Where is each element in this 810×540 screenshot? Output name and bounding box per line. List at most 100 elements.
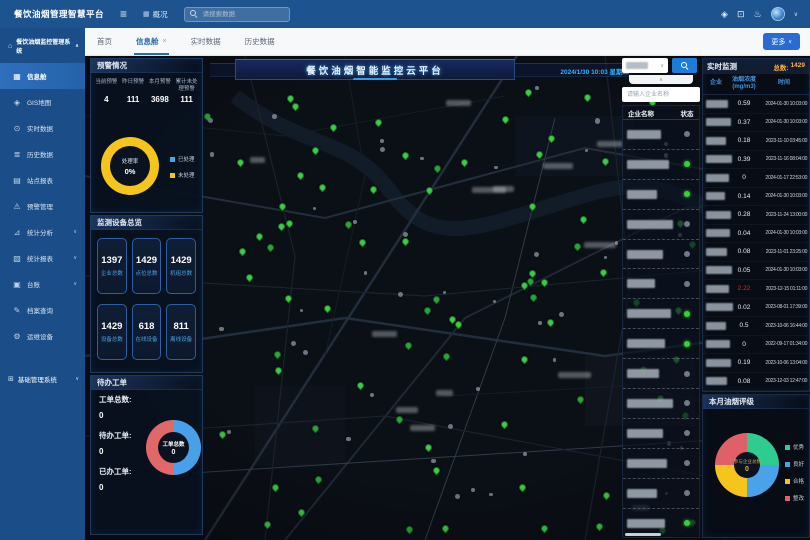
- map-pin[interactable]: [547, 134, 557, 144]
- map-pin[interactable]: [500, 420, 510, 430]
- map-pin[interactable]: [255, 231, 265, 241]
- enterprise-row[interactable]: [623, 359, 699, 389]
- search-input[interactable]: [201, 10, 284, 19]
- sidebar-item-stat-analysis[interactable]: ⊿统计分析∨: [0, 219, 85, 245]
- enterprise-name-input[interactable]: [622, 87, 700, 102]
- map-pin[interactable]: [314, 474, 324, 484]
- realtime-row[interactable]: 0.372024-01-30 10:03:00: [703, 114, 809, 133]
- map-pin[interactable]: [459, 157, 469, 167]
- map-pin[interactable]: [271, 483, 281, 493]
- sidebar-section-base-system[interactable]: ⊞ 基础管理系统 ∨: [0, 365, 85, 392]
- map-pin[interactable]: [311, 146, 321, 156]
- sidebar-item-site-report[interactable]: ▤站点报表: [0, 167, 85, 193]
- map-pin[interactable]: [540, 277, 550, 287]
- tab-info-cabin[interactable]: 信息舱×: [124, 28, 179, 55]
- map-pin[interactable]: [244, 273, 254, 283]
- map-pin[interactable]: [265, 243, 275, 253]
- sidebar-item-gis-map[interactable]: ◈GIS地图: [0, 89, 85, 115]
- map-pin[interactable]: [424, 443, 434, 453]
- realtime-row[interactable]: 0.042024-01-30 10:03:00: [703, 225, 809, 244]
- map-pin[interactable]: [424, 185, 434, 195]
- topbar-tab-overview[interactable]: ▦ 概况: [143, 9, 168, 20]
- sidebar-item-ops-device[interactable]: ⚙运维设备: [0, 323, 85, 349]
- enterprise-row[interactable]: [623, 180, 699, 210]
- realtime-row[interactable]: 02022-09-17 01:34:00: [703, 336, 809, 355]
- collapse-bar[interactable]: ∧: [629, 75, 693, 84]
- map-pin[interactable]: [404, 525, 414, 535]
- avatar[interactable]: [771, 7, 785, 21]
- map-pin[interactable]: [578, 215, 588, 225]
- map-pin[interactable]: [441, 351, 451, 361]
- map-pin[interactable]: [432, 465, 442, 475]
- hamburger-menu-icon[interactable]: ≡: [120, 8, 127, 20]
- realtime-row[interactable]: 0.52023-10-06 16:44:00: [703, 317, 809, 336]
- enterprise-row[interactable]: [623, 419, 699, 449]
- map-pin[interactable]: [296, 508, 306, 518]
- map-pin[interactable]: [344, 219, 354, 229]
- map-pin[interactable]: [535, 149, 545, 159]
- realtime-row[interactable]: 0.082023-11-01 23:25:00: [703, 243, 809, 262]
- map-pin[interactable]: [404, 341, 414, 351]
- map-pin[interactable]: [594, 522, 604, 532]
- chevron-down-icon[interactable]: ∨: [794, 11, 798, 18]
- tab-realtime-data[interactable]: 实时数据: [179, 28, 233, 55]
- sidebar-item-warning-mgmt[interactable]: ⚠预警管理: [0, 193, 85, 219]
- sidebar-item-realtime-data[interactable]: ⊙实时数据: [0, 115, 85, 141]
- enterprise-row[interactable]: [623, 449, 699, 479]
- enterprise-search-button[interactable]: [672, 58, 697, 73]
- map-pin[interactable]: [519, 354, 529, 364]
- map-pin[interactable]: [296, 170, 306, 180]
- enterprise-row[interactable]: [623, 210, 699, 240]
- map-pin[interactable]: [395, 415, 405, 425]
- map-pin[interactable]: [373, 118, 383, 128]
- map-pin[interactable]: [400, 236, 410, 246]
- realtime-row[interactable]: 0.392023-11-16 08:04:00: [703, 151, 809, 170]
- sidebar-section-fume-system[interactable]: ⌂ 餐饮油烟监控管理系统 ∧: [0, 28, 85, 63]
- map-pin[interactable]: [355, 381, 365, 391]
- realtime-row[interactable]: 0.282023-11-24 13:00:00: [703, 206, 809, 225]
- sidebar-item-history-data[interactable]: ≣历史数据: [0, 141, 85, 167]
- map-pin[interactable]: [283, 293, 293, 303]
- map-pin[interactable]: [454, 320, 464, 330]
- realtime-row[interactable]: 0.192023-10-06 13:04:00: [703, 354, 809, 373]
- sidebar-item-ledger[interactable]: ▣台账∨: [0, 271, 85, 297]
- map-pin[interactable]: [600, 157, 610, 167]
- map-pin[interactable]: [431, 295, 441, 305]
- more-button[interactable]: 更多 ∨: [763, 33, 800, 50]
- realtime-row[interactable]: 0.592024-01-30 10:03:00: [703, 95, 809, 114]
- enterprise-row[interactable]: [623, 150, 699, 180]
- realtime-row[interactable]: 02024-01-17 22:53:00: [703, 169, 809, 188]
- flame-icon[interactable]: ♨: [754, 9, 762, 20]
- realtime-row[interactable]: 0.182023-11-10 03:45:00: [703, 132, 809, 151]
- map-pin[interactable]: [523, 88, 533, 98]
- map-pin[interactable]: [311, 423, 321, 433]
- map-pin[interactable]: [236, 158, 246, 168]
- enterprise-row[interactable]: [623, 389, 699, 419]
- map-pin[interactable]: [441, 523, 451, 533]
- sidebar-item-archive-query[interactable]: ✎档案查询: [0, 297, 85, 323]
- enterprise-row[interactable]: [623, 479, 699, 509]
- map-pin[interactable]: [583, 93, 593, 103]
- realtime-row[interactable]: 2.222023-12-15 01:11:00: [703, 280, 809, 299]
- map-pin[interactable]: [540, 523, 550, 533]
- map-pin[interactable]: [401, 151, 411, 161]
- map-pin[interactable]: [527, 268, 537, 278]
- realtime-row[interactable]: 0.142024-01-30 10:03:00: [703, 188, 809, 207]
- realtime-row[interactable]: 0.052024-01-30 10:03:00: [703, 262, 809, 281]
- map-pin[interactable]: [262, 519, 272, 529]
- map-pin[interactable]: [433, 163, 443, 173]
- map-pin[interactable]: [518, 483, 528, 493]
- map-pin[interactable]: [273, 349, 283, 359]
- map-pin[interactable]: [329, 122, 339, 132]
- map-pin[interactable]: [369, 185, 379, 195]
- enterprise-row[interactable]: [623, 269, 699, 299]
- fullscreen-icon[interactable]: ⊡: [737, 9, 745, 20]
- map-pin[interactable]: [422, 305, 432, 315]
- tab-history-data[interactable]: 历史数据: [233, 28, 287, 55]
- theme-icon[interactable]: ◈: [721, 9, 728, 20]
- map-pin[interactable]: [599, 268, 609, 278]
- map-pin[interactable]: [284, 219, 294, 229]
- enterprise-row[interactable]: [623, 329, 699, 359]
- map-pin[interactable]: [575, 394, 585, 404]
- enterprise-row[interactable]: [623, 120, 699, 150]
